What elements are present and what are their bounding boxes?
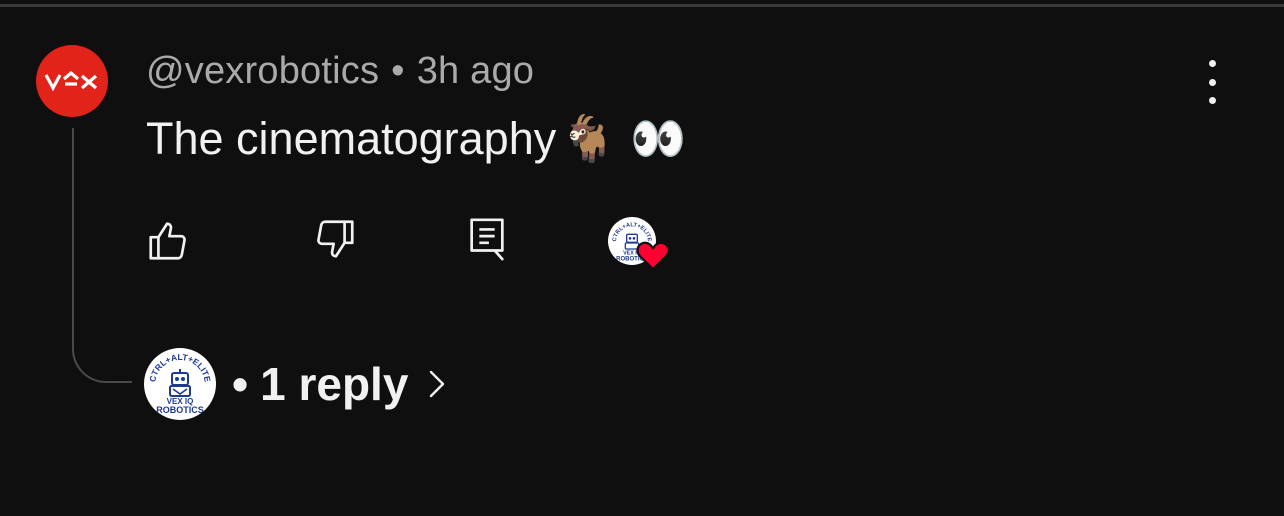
reply-bullet: • — [232, 358, 249, 410]
reply-button[interactable] — [462, 214, 512, 264]
thumbs-down-icon — [317, 220, 354, 258]
view-replies-button[interactable]: CTRL+ALT+ELITE VEX IQ ROBOTICS • 1 reply — [144, 348, 446, 420]
ctrl-alt-elite-logo-icon: CTRL+ALT+ELITE VEX IQ ROBOTICS — [147, 352, 213, 415]
more-dot — [1208, 78, 1216, 86]
creator-heart: CTRL+ALT+ELITE VEX IQ ROBOTICS — [608, 217, 672, 273]
vex-logo-icon — [44, 70, 98, 92]
comment-body: The cinematography 🐐 👀 — [146, 112, 686, 165]
thumbs-up-icon — [149, 222, 186, 260]
thread-connector-line — [72, 128, 132, 383]
comment-icon — [470, 218, 504, 261]
heart-icon — [636, 241, 670, 271]
comment-timestamp[interactable]: 3h ago — [417, 50, 534, 92]
svg-text:ROBOTICS: ROBOTICS — [156, 405, 204, 415]
comment-thread: @vexrobotics • 3h ago The cinematography 🐐 👀 — [0, 0, 1284, 516]
more-options-button[interactable] — [1192, 60, 1232, 104]
reply-count: • 1 reply — [232, 357, 408, 411]
chevron-right-icon — [428, 369, 446, 399]
top-divider — [0, 4, 1284, 7]
more-dot — [1208, 97, 1216, 104]
goat-emoji: 🐐 — [560, 113, 617, 164]
like-button[interactable] — [143, 216, 193, 266]
svg-text:CTRL+ALT+ELITE: CTRL+ALT+ELITE — [147, 352, 213, 383]
dislike-button[interactable] — [310, 214, 360, 264]
comment-header: @vexrobotics • 3h ago — [146, 50, 534, 93]
author-handle[interactable]: @vexrobotics — [146, 50, 379, 92]
reply-author-avatar: CTRL+ALT+ELITE VEX IQ ROBOTICS — [144, 348, 216, 420]
author-avatar[interactable] — [36, 45, 108, 117]
comment-text: The cinematography — [146, 112, 557, 164]
more-dot — [1208, 60, 1216, 67]
eyes-emoji: 👀 — [630, 113, 687, 164]
header-separator: • — [391, 50, 405, 92]
reply-count-label: 1 reply — [260, 358, 409, 410]
